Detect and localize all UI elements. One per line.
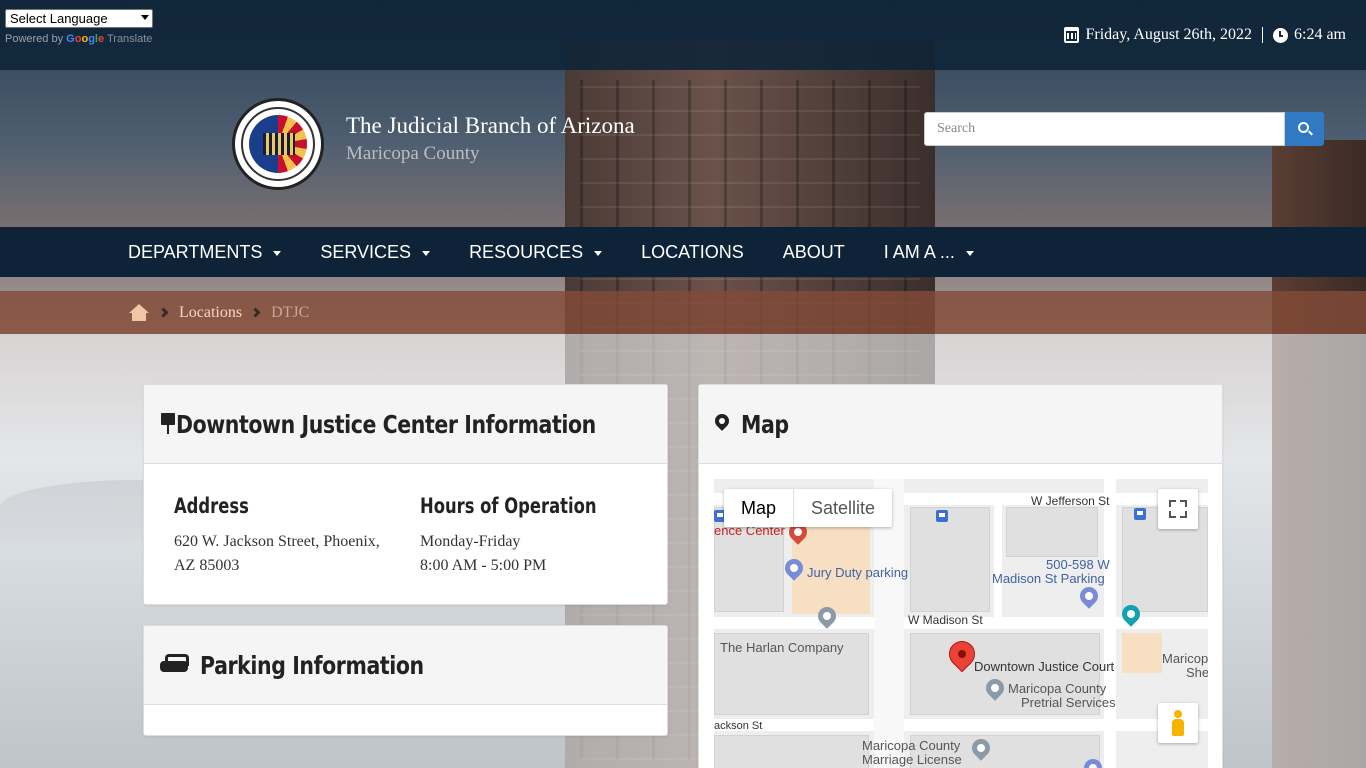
nav-item-resources[interactable]: RESOURCES: [469, 227, 603, 277]
address-section: Address 620 W. Jackson Street, Phoenix, …: [174, 494, 420, 578]
hours-heading: Hours of Operation: [420, 494, 597, 518]
parking-icon[interactable]: [1076, 583, 1102, 609]
street-label: W Jefferson St: [1031, 494, 1110, 508]
chevron-right-icon: [158, 307, 169, 318]
main-nav: DEPARTMENTS SERVICES RESOURCES LOCATIONS…: [0, 227, 1366, 277]
search-button[interactable]: [1285, 112, 1324, 146]
info-panel: Downtown Justice Center Information Addr…: [143, 384, 668, 605]
place-label[interactable]: Downtown Justice Court: [974, 659, 1114, 674]
language-select-value: Select Language: [10, 11, 108, 26]
road: [714, 719, 1208, 731]
nav-item-services[interactable]: SERVICES: [320, 227, 431, 277]
site-title: The Judicial Branch of Arizona: [346, 113, 635, 138]
place-label[interactable]: She: [1186, 665, 1208, 680]
map-type-satellite-button[interactable]: Satellite: [794, 489, 892, 527]
translate-link[interactable]: Translate: [107, 33, 152, 45]
map-panel-header: Map: [699, 385, 1222, 464]
site-subtitle: Maricopa County: [346, 143, 480, 164]
info-panel-header: Downtown Justice Center Information: [144, 385, 667, 464]
caret-down-icon: [594, 250, 603, 256]
place-label[interactable]: Maricopa County: [862, 738, 960, 753]
info-panel-title: Downtown Justice Center Information: [176, 409, 596, 439]
pegman-icon: [1172, 710, 1184, 736]
fullscreen-button[interactable]: [1158, 489, 1198, 529]
road: [994, 505, 1002, 617]
caret-down-icon: [273, 250, 282, 256]
calendar-icon: [1064, 27, 1080, 43]
clock-icon: [1273, 27, 1288, 43]
search-icon: [1298, 122, 1309, 133]
place-label[interactable]: The Harlan Company: [720, 640, 844, 655]
hours-text: Monday-Friday 8:00 AM - 5:00 PM: [420, 533, 547, 574]
breadcrumb-locations[interactable]: Locations: [179, 304, 242, 322]
judicial-seal-logo: [232, 98, 324, 190]
site-brand[interactable]: The Judicial Branch of Arizona Maricopa …: [232, 98, 635, 190]
place-label[interactable]: Jury Duty parking: [807, 565, 908, 580]
car-icon: [160, 654, 189, 676]
map-type-toggle: Map Satellite: [724, 489, 893, 527]
nav-item-i-am-a[interactable]: I AM A ...: [884, 227, 974, 277]
street-label: W Madison St: [908, 613, 983, 627]
place-label[interactable]: Maricop: [1162, 651, 1208, 666]
nav-item-about[interactable]: ABOUT: [783, 227, 845, 277]
search-form: [924, 112, 1324, 146]
powered-by-label: Powered by: [5, 33, 64, 45]
place-label[interactable]: Pretrial Services: [1021, 695, 1116, 710]
parking-panel-title: Parking Information: [200, 650, 424, 680]
fullscreen-icon: [1169, 500, 1176, 507]
powered-by-google: Powered by Google Translate: [5, 33, 152, 45]
address-text: 620 W. Jackson Street, Phoenix, AZ 85003: [174, 533, 380, 574]
parking-panel: Parking Information: [143, 625, 668, 736]
divider: [1262, 27, 1263, 43]
place-label[interactable]: Maricopa County: [1008, 681, 1106, 696]
caret-down-icon: [422, 250, 431, 256]
map-panel-title: Map: [741, 409, 789, 439]
top-bar: Select Language Powered by Google Transl…: [0, 0, 1366, 70]
home-icon[interactable]: [128, 303, 150, 322]
chevron-right-icon: [250, 307, 261, 318]
address-heading: Address: [174, 494, 249, 518]
nav-item-locations[interactable]: LOCATIONS: [641, 227, 744, 277]
chevron-down-icon: [141, 15, 149, 20]
map-marker-icon: [715, 414, 729, 434]
parking-panel-header: Parking Information: [144, 626, 667, 705]
language-select[interactable]: Select Language: [5, 9, 153, 28]
hours-section: Hours of Operation Monday-Friday 8:00 AM…: [420, 494, 666, 578]
breadcrumb-current: DTJC: [271, 303, 310, 321]
google-map[interactable]: W Jefferson St W Madison St ackson St en…: [714, 479, 1208, 768]
place-label[interactable]: Madison St Parking: [992, 571, 1105, 586]
bus-stop-icon[interactable]: [936, 510, 948, 522]
bus-stop-icon[interactable]: [1134, 508, 1146, 520]
caret-down-icon: [965, 250, 974, 256]
current-date: Friday, August 26th, 2022: [1085, 26, 1252, 43]
date-time: Friday, August 26th, 2022 6:24 am: [1064, 26, 1346, 44]
map-panel: Map W Jefferson St W Madison St ackson S…: [698, 384, 1223, 768]
place-label[interactable]: Marriage License: [862, 752, 962, 767]
nav-item-departments[interactable]: DEPARTMENTS: [128, 227, 282, 277]
breadcrumb: Locations DTJC: [0, 291, 1366, 334]
map-type-map-button[interactable]: Map: [724, 489, 795, 527]
current-time: 6:24 am: [1294, 26, 1346, 43]
google-logo: Google: [66, 33, 105, 45]
search-input[interactable]: [924, 112, 1285, 146]
street-label: ackson St: [714, 720, 763, 732]
street-view-button[interactable]: [1158, 703, 1198, 743]
road: [1104, 479, 1116, 768]
place-label[interactable]: 500-598 W: [1046, 557, 1110, 572]
